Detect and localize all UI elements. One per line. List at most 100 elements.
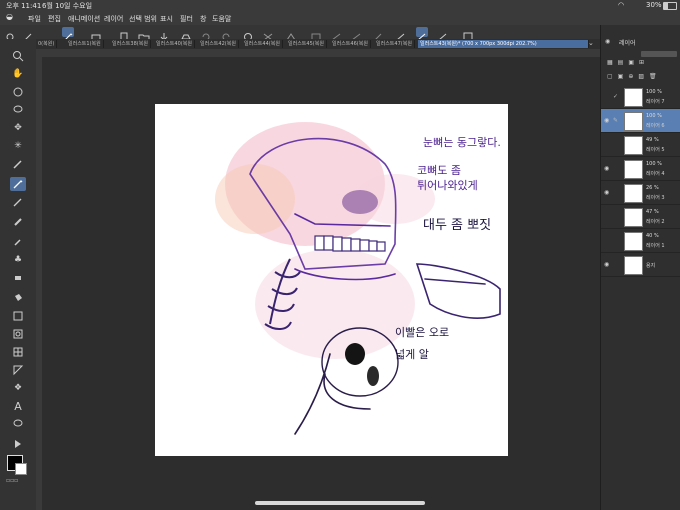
hand-icon[interactable]: ✋ <box>10 67 26 81</box>
menu-help[interactable]: 도움말 <box>212 14 231 24</box>
layer-thumbnail <box>624 136 643 155</box>
transform-icon[interactable] <box>242 27 254 41</box>
layer-name: 레이어 3 <box>646 195 665 201</box>
menu-file[interactable]: 파일 <box>28 14 41 24</box>
tab-document[interactable]: 일러스트42(복원 <box>198 40 239 48</box>
lasso-icon[interactable] <box>10 103 26 117</box>
status-time: 오후 11:41 <box>6 2 42 10</box>
sub-color-swatch[interactable] <box>15 463 27 475</box>
frame-icon[interactable] <box>10 345 26 359</box>
text-icon[interactable]: A <box>10 399 26 413</box>
eye-icon[interactable]: ◉ <box>604 189 609 196</box>
gradient-icon[interactable] <box>10 309 26 323</box>
app-logo-icon[interactable]: ◒ <box>6 12 13 21</box>
brush-icon[interactable] <box>10 215 26 229</box>
airbrush-icon[interactable] <box>10 235 26 249</box>
pencil-tool-icon[interactable] <box>395 27 407 42</box>
note-text: 튀어나와있게 <box>417 179 478 192</box>
home-indicator[interactable] <box>255 501 425 505</box>
opacity-slider[interactable] <box>641 51 677 57</box>
ruler-tool-icon[interactable] <box>10 363 26 377</box>
menu-selection[interactable]: 선택 범위 <box>129 14 157 24</box>
eye-icon[interactable]: ◉ <box>604 165 609 172</box>
layer-panel-icon: ◉ <box>605 38 611 45</box>
fill-bucket-icon[interactable] <box>10 291 26 305</box>
layer-opacity: 100 % <box>646 161 662 167</box>
note-text: 넓게 알 <box>395 347 429 361</box>
save-icon[interactable] <box>158 27 170 41</box>
settings-icon[interactable] <box>4 27 16 41</box>
camera-icon[interactable] <box>90 27 102 41</box>
menu-animation[interactable]: 애니메이션 <box>68 14 100 24</box>
note-text: 대두 좀 뽀짓 <box>423 218 491 233</box>
open-folder-icon[interactable] <box>138 27 150 42</box>
tab-document[interactable]: 일러스트40(복원 <box>154 40 195 48</box>
check-icon[interactable]: ✓ <box>613 93 618 100</box>
rotate-icon[interactable] <box>10 85 26 99</box>
menu-window[interactable]: 창 <box>200 14 206 24</box>
tab-document[interactable]: 일러스트1(복원 <box>66 40 104 48</box>
layer-actions-icons[interactable]: ▢▣⊕▨🗑 <box>607 73 662 80</box>
zoom-icon[interactable] <box>10 49 26 63</box>
pencil-icon[interactable] <box>10 195 26 209</box>
eraser-icon[interactable] <box>10 271 26 285</box>
operation-icon[interactable] <box>10 437 26 451</box>
status-bar: 오후 11:41 6월 10일 수요일 ◠ 30% <box>0 0 680 11</box>
undo-icon[interactable] <box>200 27 212 41</box>
layer-opacity: 26 % <box>646 185 659 191</box>
decoration-icon[interactable]: ♣ <box>10 253 26 267</box>
menu-filter[interactable]: 필터 <box>180 14 193 24</box>
transparent-color-icon[interactable]: ▫▫▫ <box>6 477 18 484</box>
pen-tool-icon[interactable] <box>416 27 428 42</box>
wifi-icon: ◠ <box>618 1 625 9</box>
balloon-icon[interactable] <box>10 417 26 431</box>
menu-edit[interactable]: 편집 <box>48 14 61 24</box>
layer-row[interactable]: ◉ 용지 <box>601 253 680 277</box>
magic-wand-icon[interactable]: ✳ <box>10 139 26 153</box>
drawing-canvas[interactable]: 눈뼈는 동그랗다. 코뼈도 좀 튀어나와있게 대두 좀 뽀짓 이빨은 오로 넓게… <box>155 104 508 456</box>
eyedropper-icon[interactable] <box>10 157 26 171</box>
quick-access-icon[interactable] <box>462 27 474 42</box>
clear-icon[interactable] <box>330 27 342 41</box>
pen-tool-icon[interactable] <box>10 177 26 191</box>
tab-document[interactable]: 0(복원) <box>36 40 58 48</box>
pen-icon[interactable] <box>62 27 74 42</box>
menu-layer[interactable]: 레이어 <box>104 14 123 24</box>
marker-tool-icon[interactable] <box>437 27 449 42</box>
layer-row[interactable]: 49 % 레이어 5 <box>601 133 680 157</box>
eye-icon[interactable]: ◉ <box>604 117 609 124</box>
tab-document[interactable]: 일러스트47(복원 <box>374 40 415 48</box>
deselect-icon[interactable] <box>262 27 274 41</box>
pattern-icon[interactable]: ❖ <box>10 381 26 395</box>
tab-document[interactable]: 일러스트44(복원 <box>242 40 283 48</box>
move-icon[interactable]: ✥ <box>10 121 26 135</box>
crop-icon[interactable] <box>310 27 322 41</box>
layer-name: 레이어 7 <box>646 99 665 105</box>
layer-row[interactable]: ◉ 26 % 레이어 3 <box>601 181 680 205</box>
figure-icon[interactable] <box>10 327 26 341</box>
layer-name: 레이어 4 <box>646 171 665 177</box>
layer-row[interactable]: 40 % 레이어 1 <box>601 229 680 253</box>
fill-icon[interactable] <box>285 27 297 41</box>
redo-icon[interactable] <box>220 27 232 41</box>
chevron-down-icon[interactable]: ⌄ <box>588 39 594 47</box>
menu-view[interactable]: 표시 <box>160 14 173 24</box>
layer-opacity: 47 % <box>646 209 659 215</box>
layer-row[interactable]: 47 % 레이어 2 <box>601 205 680 229</box>
eye-icon[interactable]: ◉ <box>604 261 609 268</box>
tab-document[interactable]: 일러스트45(복원 <box>286 40 327 48</box>
new-file-icon[interactable] <box>118 27 130 42</box>
tab-document[interactable]: 일러스트38(복원 <box>110 40 151 48</box>
tab-document[interactable]: 일러스트46(복원 <box>330 40 371 48</box>
layer-row[interactable]: ✓ 100 % 레이어 7 <box>601 85 680 109</box>
ruler-icon[interactable] <box>372 27 384 41</box>
brush-icon[interactable] <box>22 27 34 42</box>
layer-name: 레이어 1 <box>646 243 665 249</box>
scan-icon[interactable] <box>180 27 192 40</box>
layer-row[interactable]: ◉ ✎ 100 % 레이어 6 <box>601 109 680 133</box>
invert-icon[interactable] <box>350 27 362 41</box>
layer-row[interactable]: ◉ 100 % 레이어 4 <box>601 157 680 181</box>
tab-active-document[interactable]: 일러스트43(복원)* (700 x 700px 300dpi 202.7%) <box>418 40 589 48</box>
layer-toolbar-icons[interactable]: ▦▤▣⊞ <box>607 59 649 66</box>
layer-name: 레이어 5 <box>646 147 665 153</box>
